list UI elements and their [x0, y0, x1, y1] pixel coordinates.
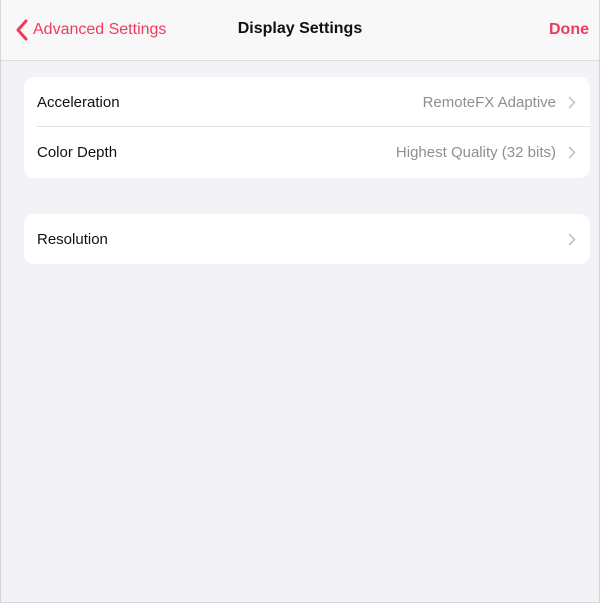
settings-group-resolution: Resolution: [24, 214, 590, 264]
display-settings-screen: Advanced Settings Display Settings Done …: [0, 0, 600, 603]
color-depth-row[interactable]: Color Depth Highest Quality (32 bits): [24, 126, 590, 177]
navigation-bar: Advanced Settings Display Settings Done: [1, 0, 599, 61]
chevron-right-icon: [568, 233, 576, 245]
chevron-right-icon: [568, 146, 576, 158]
chevron-left-icon: [16, 19, 28, 41]
resolution-label: Resolution: [37, 230, 108, 248]
acceleration-value: RemoteFX Adaptive: [422, 93, 556, 111]
resolution-row[interactable]: Resolution: [24, 214, 590, 264]
done-button[interactable]: Done: [549, 21, 589, 39]
color-depth-label: Color Depth: [37, 143, 118, 161]
color-depth-value: Highest Quality (32 bits): [395, 143, 556, 161]
chevron-right-icon: [568, 96, 576, 108]
back-button[interactable]: Advanced Settings: [15, 17, 166, 43]
settings-group-display: Acceleration RemoteFX Adaptive Color Dep…: [24, 77, 590, 178]
acceleration-label: Acceleration: [37, 93, 120, 111]
acceleration-row[interactable]: Acceleration RemoteFX Adaptive: [24, 77, 590, 127]
back-button-label: Advanced Settings: [33, 21, 167, 38]
